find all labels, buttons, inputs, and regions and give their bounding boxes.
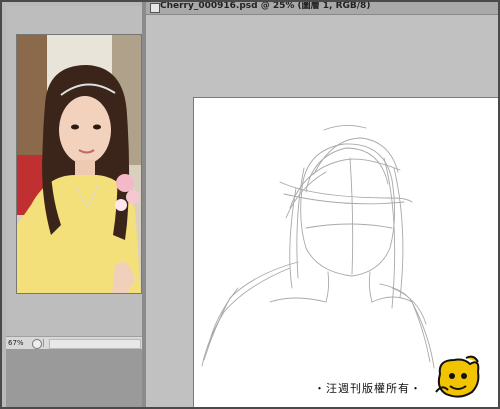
status-bar: 67%	[6, 336, 142, 349]
document-title-bar[interactable]: Cherry_000916.psd @ 25% (圖層 1, RGB/8)	[146, 2, 498, 15]
app-frame: 67% Cherry_000916.psd @ 25% (圖層 1, RGB/8…	[0, 0, 500, 409]
mascot-logo-icon	[434, 354, 482, 400]
copyright-watermark: ・汪週刊版權所有・	[314, 382, 422, 395]
document-icon	[150, 3, 160, 13]
status-arrow-icon[interactable]	[43, 339, 48, 347]
reference-photo	[16, 34, 142, 294]
horizontal-scrollbar[interactable]	[49, 339, 141, 349]
document-title: Cherry_000916.psd @ 25% (圖層 1, RGB/8)	[160, 2, 371, 11]
workspace-background	[6, 349, 142, 407]
status-circle-icon[interactable]	[32, 339, 42, 349]
photo-document-window[interactable]: 67%	[6, 6, 143, 349]
sketch-document-window[interactable]: Cherry_000916.psd @ 25% (圖層 1, RGB/8) ・汪…	[146, 2, 498, 407]
zoom-level[interactable]: 67%	[8, 337, 24, 349]
